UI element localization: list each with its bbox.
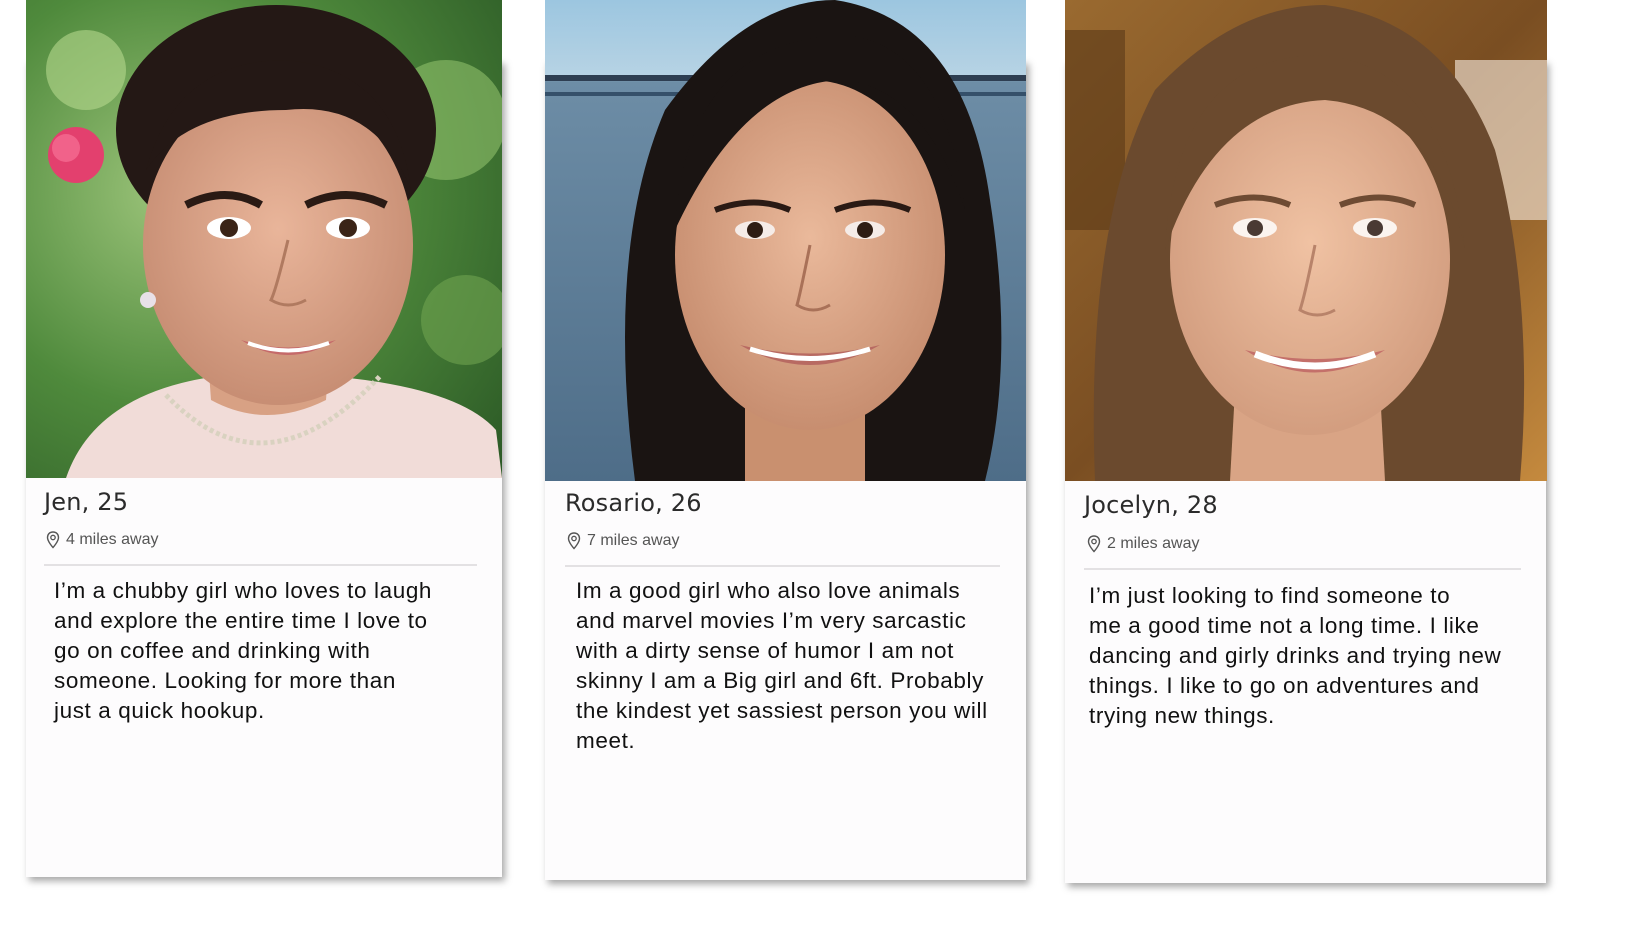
profile-distance: 4 miles away — [46, 531, 158, 549]
profile-divider — [44, 564, 477, 566]
location-pin-icon — [1087, 535, 1101, 553]
profile-name-age: Jocelyn, 28 — [1084, 491, 1218, 519]
location-pin-icon — [46, 531, 60, 549]
profile-divider — [565, 565, 1000, 567]
profile-name-age: Rosario, 26 — [565, 489, 702, 517]
profile-divider — [1084, 568, 1521, 570]
location-pin-icon — [567, 532, 581, 550]
profile-distance-label: 7 miles away — [587, 532, 680, 549]
profile-name-age: Jen, 25 — [44, 488, 129, 516]
profile-distance-label: 4 miles away — [66, 531, 159, 548]
profile-photo-jen — [26, 0, 502, 478]
profile-distance-label: 2 miles away — [1107, 535, 1200, 552]
profile-photo-rosario — [545, 0, 1026, 481]
profile-distance: 2 miles away — [1087, 535, 1199, 553]
profile-bio: I’m just looking to find someone to me a… — [1089, 583, 1502, 728]
profile-distance: 7 miles away — [567, 532, 679, 550]
profile-bio: Im a good girl who also love animals and… — [576, 578, 988, 753]
profile-photo-jocelyn — [1065, 0, 1547, 481]
profile-bio: I’m a chubby girl who loves to laugh and… — [54, 578, 433, 723]
